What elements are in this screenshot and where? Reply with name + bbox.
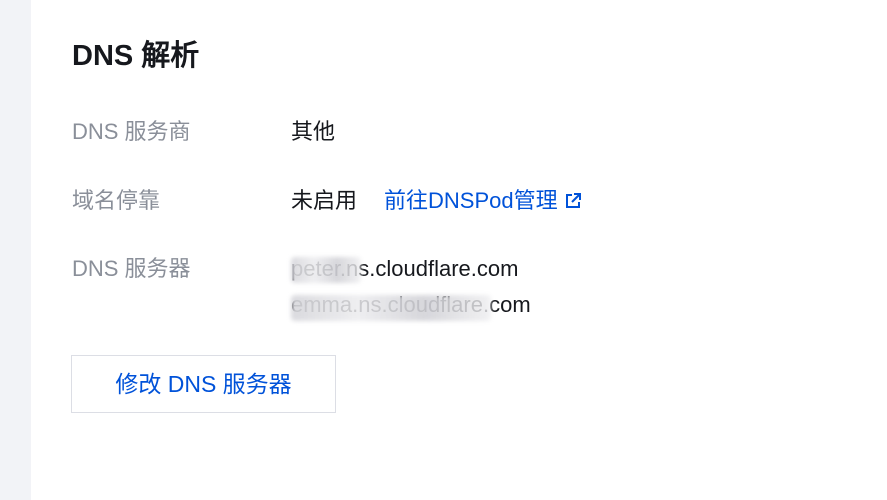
section-title: DNS 解析 <box>72 40 200 72</box>
redaction-blur <box>291 295 491 321</box>
dns-server-list: peter.ns.cloudflare.com emma.ns.cloudfla… <box>291 251 531 323</box>
dns-servers-label: DNS 服务器 <box>72 256 191 281</box>
dns-settings-page: DNS 解析 DNS 服务商 其他 域名停靠 未启用 前往DNSPod管理 DN… <box>0 0 887 500</box>
domain-parking-label: 域名停靠 <box>72 188 161 213</box>
left-rail <box>0 0 31 500</box>
redaction-blur <box>291 257 361 283</box>
modify-dns-servers-button[interactable]: 修改 DNS 服务器 <box>71 355 336 413</box>
dns-server-item: peter.ns.cloudflare.com <box>291 251 531 287</box>
dns-provider-label: DNS 服务商 <box>72 119 191 144</box>
dns-panel: DNS 解析 DNS 服务商 其他 域名停靠 未启用 前往DNSPod管理 DN… <box>31 0 887 500</box>
dnspod-manage-link-label: 前往DNSPod管理 <box>384 188 558 213</box>
domain-parking-value: 未启用 <box>291 188 358 213</box>
dns-provider-value: 其他 <box>291 119 336 144</box>
dnspod-manage-link[interactable]: 前往DNSPod管理 <box>384 183 582 219</box>
external-link-icon <box>565 193 581 208</box>
dns-server-item: emma.ns.cloudflare.com <box>291 287 531 323</box>
